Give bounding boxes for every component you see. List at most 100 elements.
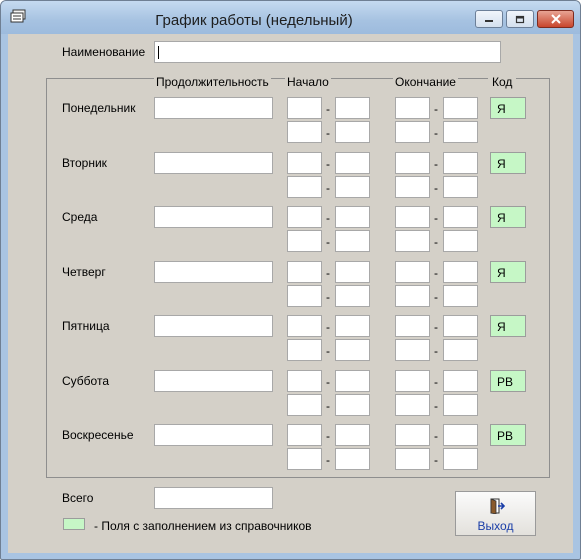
name-input[interactable] xyxy=(154,41,501,63)
end-column-header: Окончание xyxy=(393,75,458,89)
start-to-input[interactable] xyxy=(335,176,370,198)
end-to-input[interactable] xyxy=(443,370,478,392)
end-from-input[interactable] xyxy=(395,121,430,143)
close-button[interactable] xyxy=(537,10,574,28)
minimize-icon xyxy=(476,11,502,27)
end-to-input[interactable] xyxy=(443,97,478,119)
total-input[interactable] xyxy=(154,487,273,509)
end-from-input[interactable] xyxy=(395,339,430,361)
dash-separator: - xyxy=(326,344,330,358)
start-from-input[interactable] xyxy=(287,370,322,392)
day-label: Четверг xyxy=(62,265,106,279)
day-code-field[interactable]: Я xyxy=(490,206,526,228)
title-bar[interactable]: График работы (недельный) xyxy=(1,1,580,34)
end-to-input[interactable] xyxy=(443,448,478,470)
start-from-input[interactable] xyxy=(287,261,322,283)
start-to-input[interactable] xyxy=(335,97,370,119)
start-from-input[interactable] xyxy=(287,97,322,119)
end-from-input[interactable] xyxy=(395,448,430,470)
day-code-field[interactable]: Я xyxy=(490,315,526,337)
start-from-input[interactable] xyxy=(287,152,322,174)
day-code-field[interactable]: Я xyxy=(490,97,526,119)
duration-input[interactable] xyxy=(154,97,273,119)
end-from-input[interactable] xyxy=(395,176,430,198)
duration-input[interactable] xyxy=(154,261,273,283)
end-to-input[interactable] xyxy=(443,339,478,361)
end-from-input[interactable] xyxy=(395,261,430,283)
end-from-input[interactable] xyxy=(395,206,430,228)
day-code-field[interactable]: Я xyxy=(490,261,526,283)
dash-separator: - xyxy=(434,235,438,249)
end-from-input[interactable] xyxy=(395,424,430,446)
end-from-input[interactable] xyxy=(395,315,430,337)
start-column-header: Начало xyxy=(285,75,331,89)
start-to-input[interactable] xyxy=(335,370,370,392)
start-from-input[interactable] xyxy=(287,206,322,228)
end-to-input[interactable] xyxy=(443,394,478,416)
dash-separator: - xyxy=(326,266,330,280)
end-from-input[interactable] xyxy=(395,285,430,307)
end-to-input[interactable] xyxy=(443,424,478,446)
exit-door-icon xyxy=(490,498,505,514)
start-from-input[interactable] xyxy=(287,230,322,252)
start-to-input[interactable] xyxy=(335,339,370,361)
exit-button[interactable]: Выход xyxy=(455,491,536,536)
end-to-input[interactable] xyxy=(443,315,478,337)
start-from-input[interactable] xyxy=(287,448,322,470)
start-from-input[interactable] xyxy=(287,394,322,416)
duration-input[interactable] xyxy=(154,206,273,228)
duration-column-header: Продолжительность xyxy=(154,75,271,89)
duration-input[interactable] xyxy=(154,315,273,337)
start-to-input[interactable] xyxy=(335,448,370,470)
window-title: График работы (недельный) xyxy=(1,12,501,29)
duration-input[interactable] xyxy=(154,370,273,392)
end-to-input[interactable] xyxy=(443,285,478,307)
dash-separator: - xyxy=(434,453,438,467)
window-title-text: График работы (недельный) xyxy=(155,12,353,29)
start-to-input[interactable] xyxy=(335,206,370,228)
dash-separator: - xyxy=(326,235,330,249)
end-from-input[interactable] xyxy=(395,370,430,392)
start-from-input[interactable] xyxy=(287,424,322,446)
end-to-input[interactable] xyxy=(443,176,478,198)
form-area: Наименование Продолжительность Начало Ок… xyxy=(8,34,573,553)
start-to-input[interactable] xyxy=(335,230,370,252)
day-label: Пятница xyxy=(62,319,110,333)
day-code-field[interactable]: РВ xyxy=(490,424,526,446)
start-from-input[interactable] xyxy=(287,315,322,337)
end-to-input[interactable] xyxy=(443,230,478,252)
duration-input[interactable] xyxy=(154,152,273,174)
end-to-input[interactable] xyxy=(443,206,478,228)
start-to-input[interactable] xyxy=(335,152,370,174)
end-to-input[interactable] xyxy=(443,152,478,174)
start-to-input[interactable] xyxy=(335,121,370,143)
end-to-input[interactable] xyxy=(443,261,478,283)
minimize-button[interactable] xyxy=(475,10,503,28)
start-from-input[interactable] xyxy=(287,339,322,361)
start-to-input[interactable] xyxy=(335,424,370,446)
end-from-input[interactable] xyxy=(395,394,430,416)
dash-separator: - xyxy=(326,126,330,140)
end-to-input[interactable] xyxy=(443,121,478,143)
start-from-input[interactable] xyxy=(287,121,322,143)
start-from-input[interactable] xyxy=(287,285,322,307)
start-to-input[interactable] xyxy=(335,394,370,416)
start-from-input[interactable] xyxy=(287,176,322,198)
day-code-field[interactable]: Я xyxy=(490,152,526,174)
start-to-input[interactable] xyxy=(335,315,370,337)
name-label: Наименование xyxy=(62,45,146,59)
dash-separator: - xyxy=(434,320,438,334)
end-from-input[interactable] xyxy=(395,230,430,252)
start-to-input[interactable] xyxy=(335,285,370,307)
day-code-field[interactable]: РВ xyxy=(490,370,526,392)
duration-input[interactable] xyxy=(154,424,273,446)
dash-separator: - xyxy=(434,344,438,358)
schedule-window: График работы (недельный) Наименование П… xyxy=(0,0,581,560)
dash-separator: - xyxy=(434,181,438,195)
end-from-input[interactable] xyxy=(395,97,430,119)
start-to-input[interactable] xyxy=(335,261,370,283)
end-from-input[interactable] xyxy=(395,152,430,174)
dash-separator: - xyxy=(326,211,330,225)
maximize-button[interactable] xyxy=(506,10,534,28)
dash-separator: - xyxy=(326,453,330,467)
